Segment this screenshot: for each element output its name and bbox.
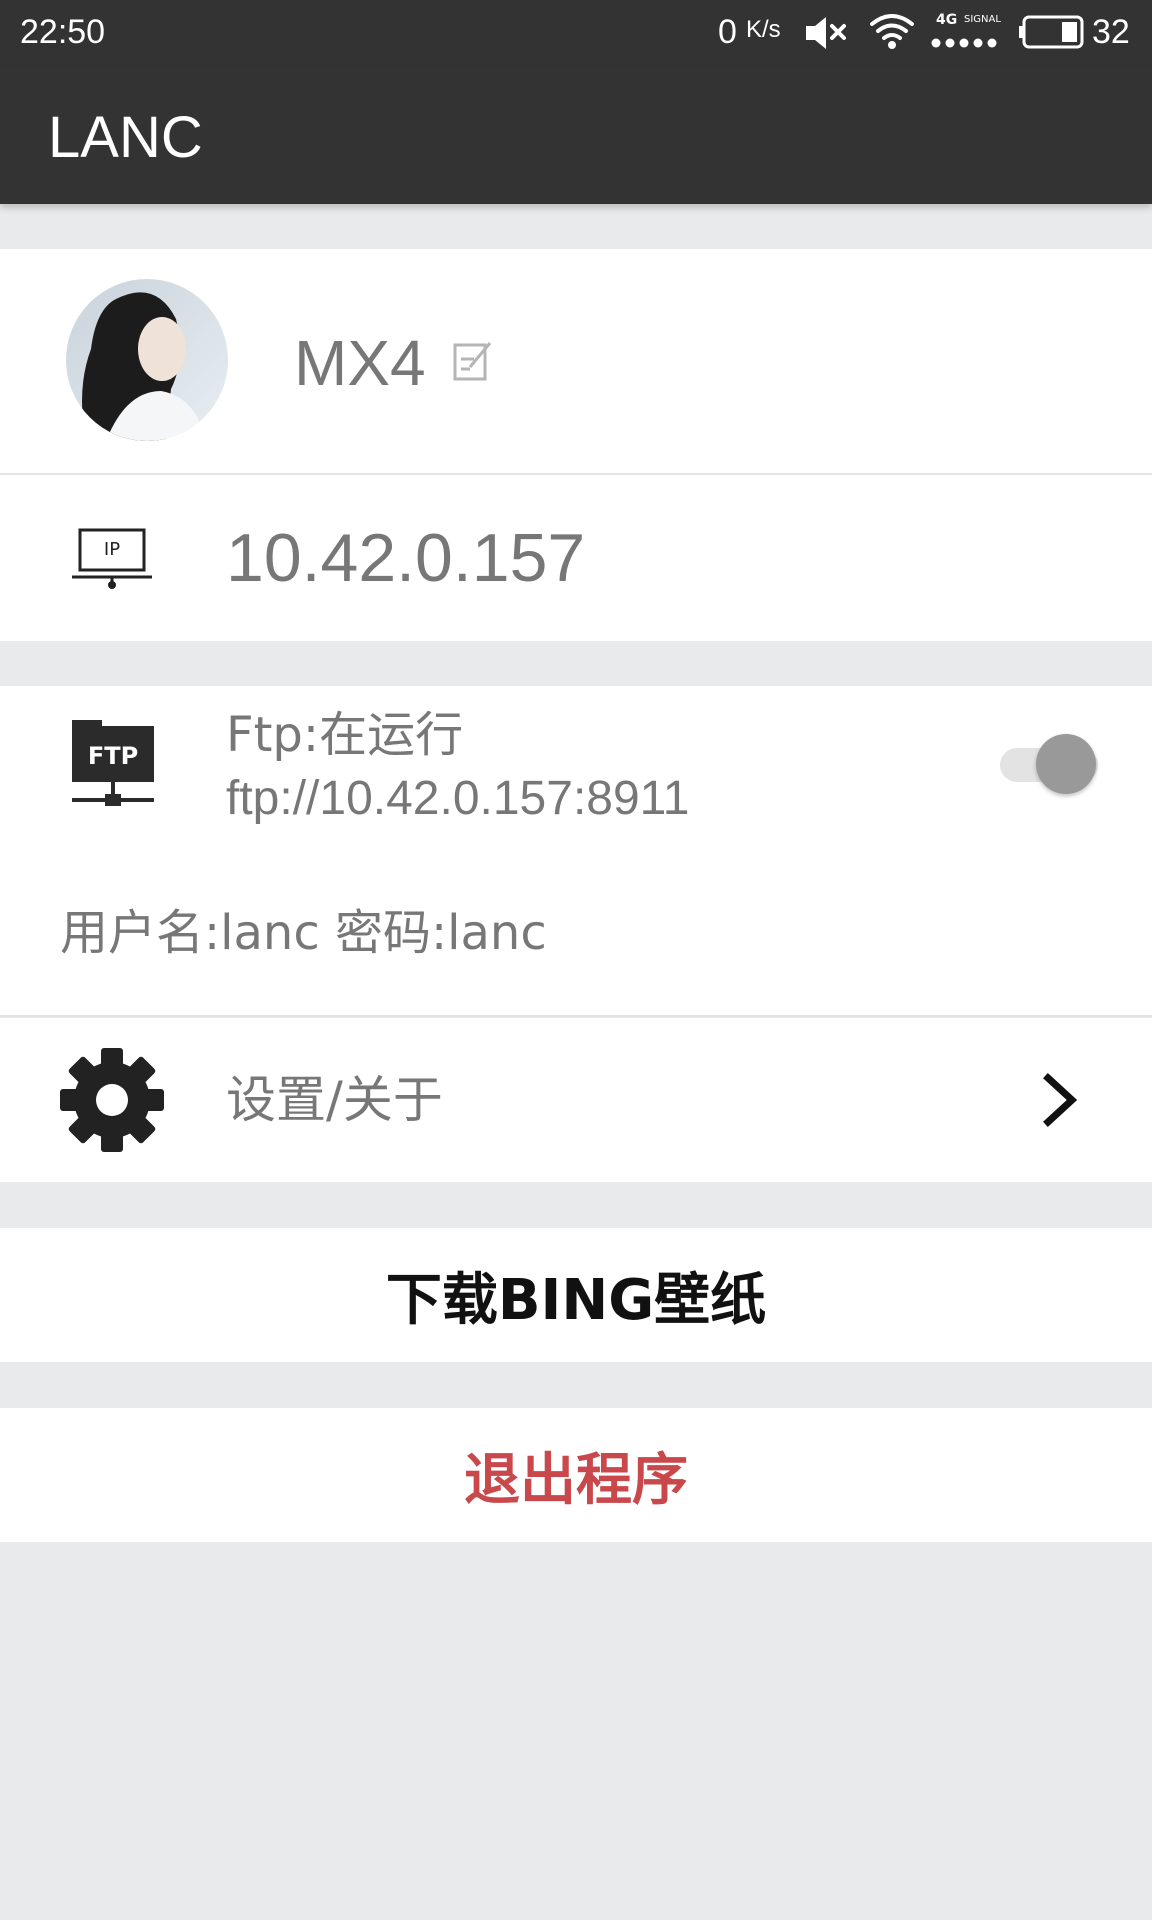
ftp-server-icon: FTP: [72, 720, 154, 806]
device-info-section: MX4 IP 10.42.0.157: [0, 249, 1152, 641]
signal-strength-icon: [931, 38, 997, 48]
exit-label: 退出程序: [464, 1447, 688, 1513]
signal-label: SIGNAL: [964, 14, 1001, 25]
ftp-url: ftp://10.42.0.157:8911: [226, 772, 690, 825]
status-time: 22:50: [20, 13, 106, 51]
gear-icon: [60, 1048, 164, 1152]
app-bar: LANC: [0, 66, 1152, 204]
download-bing-label: 下载BING壁纸: [385, 1267, 767, 1333]
exit-app-button[interactable]: 退出程序: [0, 1408, 1152, 1542]
ftp-status: Ftp:在运行: [226, 707, 464, 763]
status-bar: 22:50 0 K/s 4G SIGNAL 32: [0, 0, 1152, 66]
app-title: LANC: [48, 105, 203, 170]
settings-row[interactable]: 设置/关于: [0, 1018, 1152, 1182]
chevron-right-icon: [1043, 1073, 1078, 1127]
divider: [0, 1015, 1152, 1017]
ftp-toggle[interactable]: [1000, 734, 1098, 794]
device-name[interactable]: MX4: [294, 327, 426, 399]
svg-text:IP: IP: [104, 539, 120, 560]
ftp-credentials: 用户名:lanc 密码:lanc: [60, 905, 547, 961]
divider: [0, 473, 1152, 475]
ftp-toggle-thumb[interactable]: [1036, 734, 1096, 794]
settings-label: 设置/关于: [226, 1071, 443, 1129]
avatar[interactable]: [66, 279, 228, 441]
ip-laptop-icon: IP: [72, 528, 152, 589]
wifi-icon: [870, 14, 914, 49]
edit-icon[interactable]: [452, 339, 494, 383]
net-speed-value: 0: [718, 13, 737, 51]
battery-level: 32: [1092, 13, 1130, 51]
battery-icon: [1019, 15, 1084, 49]
ftp-section: FTP Ftp:在运行 ftp://10.42.0.157:8911 用户名:l…: [0, 686, 1152, 1017]
ftp-icon-label: FTP: [88, 742, 138, 770]
volume-muted-icon: [806, 17, 846, 49]
network-type-label: 4G: [936, 12, 958, 28]
download-bing-wallpaper-button[interactable]: 下载BING壁纸: [0, 1228, 1152, 1362]
ip-address: 10.42.0.157: [226, 520, 586, 596]
net-speed-unit: K/s: [746, 16, 781, 43]
